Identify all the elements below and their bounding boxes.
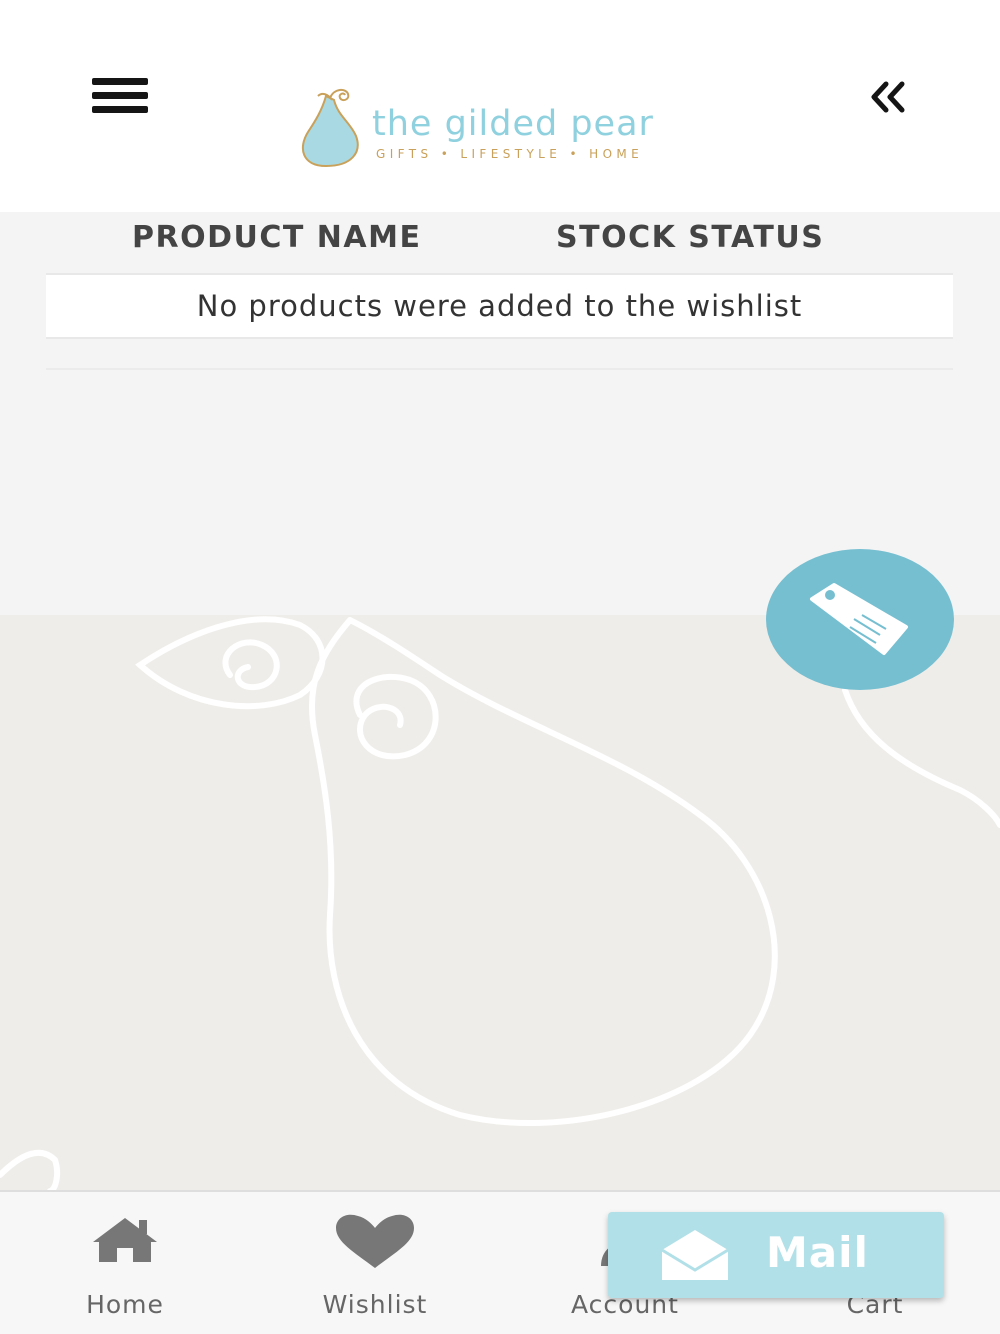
mail-button-label: Mail [766,1228,869,1277]
hamburger-menu-icon[interactable] [92,76,150,116]
brand-logo[interactable]: the gilded pear GIFTS • LIFESTYLE • HOME [296,86,716,170]
wishlist-table-footer [46,368,953,370]
nav-label-home: Home [86,1290,164,1319]
mail-button[interactable]: Mail [608,1212,944,1298]
nav-item-home[interactable]: Home [0,1192,250,1334]
logo-tagline: GIFTS • LIFESTYLE • HOME [376,147,644,161]
column-header-stock-status: STOCK STATUS [556,220,825,255]
home-icon [93,1218,157,1262]
price-tag-icon [810,583,908,655]
pear-logo-icon [301,88,359,168]
decorative-background [0,615,1000,1191]
app-header: the gilded pear GIFTS • LIFESTYLE • HOME [0,0,1000,212]
nav-label-wishlist: Wishlist [322,1290,428,1319]
heart-icon [336,1214,414,1268]
price-tag-button[interactable] [766,549,954,690]
nav-item-wishlist[interactable]: Wishlist [250,1192,500,1334]
double-chevron-left-icon[interactable] [862,76,916,120]
wishlist-table-header: PRODUCT NAME STOCK STATUS [46,212,953,272]
wishlist-empty-row: No products were added to the wishlist [46,273,953,339]
pear-outline-decoration [0,616,1000,1191]
column-header-product-name: PRODUCT NAME [132,220,422,255]
envelope-icon [661,1230,729,1280]
wishlist-empty-message: No products were added to the wishlist [196,289,803,323]
logo-name: the gilded pear [372,104,654,144]
